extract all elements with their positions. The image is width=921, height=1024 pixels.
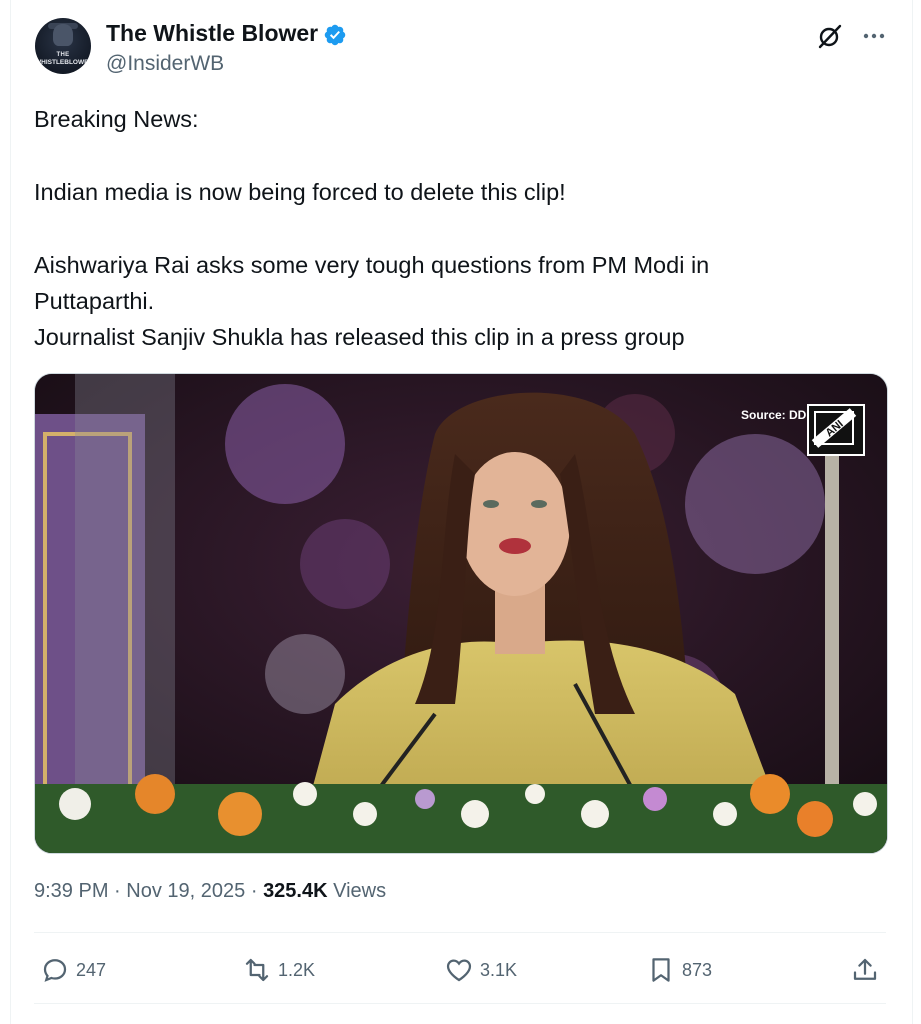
bookmark-count: 873 xyxy=(682,959,713,980)
video-source-label: Source: DD xyxy=(741,408,807,422)
more-icon[interactable] xyxy=(860,22,888,50)
video-frame-illustration xyxy=(35,374,887,853)
reply-count: 247 xyxy=(76,959,107,980)
repost-count: 1.2K xyxy=(278,959,316,980)
meta-separator: · xyxy=(250,880,258,902)
meta-separator: · xyxy=(114,880,121,902)
share-button[interactable] xyxy=(850,953,886,987)
grok-icon[interactable] xyxy=(816,22,844,50)
card-right-border xyxy=(912,0,913,1024)
share-icon xyxy=(853,958,877,980)
avatar-logo-text-top: THE xyxy=(56,52,70,58)
bookmark-icon xyxy=(652,958,670,982)
verified-badge-icon xyxy=(324,24,346,46)
avatar-figure-shape xyxy=(53,24,73,46)
post-text-line: Journalist Sanjiv Shukla has released th… xyxy=(34,324,685,350)
post-video[interactable]: Source: DD ANI xyxy=(34,373,888,854)
post-text-line: Aishwariya Rai asks some very tough ques… xyxy=(34,252,710,278)
post-text-line: Breaking News: xyxy=(34,106,199,132)
post-text-line: Indian media is now being forced to dele… xyxy=(34,179,566,205)
author-handle[interactable]: @InsiderWB xyxy=(106,52,224,76)
ani-logo: ANI xyxy=(807,404,865,456)
divider xyxy=(34,932,886,933)
card-left-border xyxy=(10,0,11,1024)
post-date[interactable]: Nov 19, 2025 xyxy=(126,880,245,902)
post-time[interactable]: 9:39 PM xyxy=(34,880,108,902)
heart-icon xyxy=(446,959,472,982)
post-text-line: Puttaparthi. xyxy=(34,288,155,314)
avatar[interactable]: THE WHISTLEBLOWER xyxy=(35,18,91,74)
divider xyxy=(34,1003,886,1004)
post-meta: 9:39 PM · Nov 19, 2025 · 325.4K Views xyxy=(34,880,386,903)
reply-button[interactable]: 247 xyxy=(40,953,106,987)
views-count: 325.4K xyxy=(263,880,328,902)
views-label: Views xyxy=(333,880,387,902)
reply-icon xyxy=(43,959,67,982)
ani-logo-mark-icon: ANI xyxy=(811,408,857,448)
repost-icon xyxy=(245,958,269,982)
like-count: 3.1K xyxy=(480,959,518,980)
bookmark-button[interactable]: 873 xyxy=(646,953,712,987)
author-name[interactable]: The Whistle Blower xyxy=(106,20,318,47)
repost-button[interactable]: 1.2K xyxy=(242,953,315,987)
avatar-logo-text-bottom: WHISTLEBLOWER xyxy=(35,59,91,66)
like-button[interactable]: 3.1K xyxy=(444,953,517,987)
